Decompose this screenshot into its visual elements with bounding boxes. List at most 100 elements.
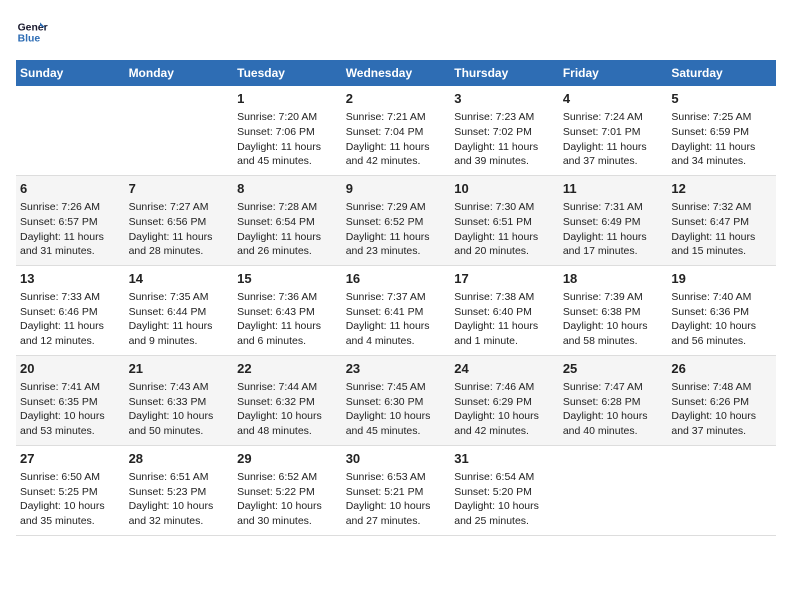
day-info: Sunrise: 7:44 AM Sunset: 6:32 PM Dayligh… xyxy=(237,380,338,439)
calendar-week-row: 6 Sunrise: 7:26 AM Sunset: 6:57 PM Daylig… xyxy=(16,175,776,265)
day-info: Sunrise: 7:36 AM Sunset: 6:43 PM Dayligh… xyxy=(237,290,338,349)
weekday-header: Wednesday xyxy=(342,60,451,86)
day-number: 1 xyxy=(237,90,338,108)
day-number: 24 xyxy=(454,360,555,378)
day-number: 10 xyxy=(454,180,555,198)
calendar-cell: 26Sunrise: 7:48 AM Sunset: 6:26 PM Dayli… xyxy=(667,355,776,445)
calendar-week-row: 13 Sunrise: 7:33 AM Sunset: 6:46 PM Dayli… xyxy=(16,265,776,355)
calendar-cell: 25 Sunrise: 7:47 AM Sunset: 6:28 PM Dayli… xyxy=(559,355,668,445)
day-info: Sunrise: 7:41 AM Sunset: 6:35 PM Dayligh… xyxy=(20,380,121,439)
weekday-header: Friday xyxy=(559,60,668,86)
calendar-cell: 17 Sunrise: 7:38 AM Sunset: 6:40 PM Dayli… xyxy=(450,265,559,355)
day-number: 4 xyxy=(563,90,664,108)
day-number: 11 xyxy=(563,180,664,198)
day-info: Sunrise: 7:23 AM Sunset: 7:02 PM Dayligh… xyxy=(454,110,555,169)
calendar-cell: 21 Sunrise: 7:43 AM Sunset: 6:33 PM Dayli… xyxy=(125,355,234,445)
calendar-cell: 9 Sunrise: 7:29 AM Sunset: 6:52 PM Daylig… xyxy=(342,175,451,265)
day-info: Sunrise: 7:46 AM Sunset: 6:29 PM Dayligh… xyxy=(454,380,555,439)
day-number: 16 xyxy=(346,270,447,288)
calendar-cell: 3 Sunrise: 7:23 AM Sunset: 7:02 PM Daylig… xyxy=(450,86,559,175)
calendar-cell: 23Sunrise: 7:45 AM Sunset: 6:30 PM Dayli… xyxy=(342,355,451,445)
day-info: Sunrise: 7:28 AM Sunset: 6:54 PM Dayligh… xyxy=(237,200,338,259)
calendar-week-row: 1 Sunrise: 7:20 AM Sunset: 7:06 PM Daylig… xyxy=(16,86,776,175)
svg-text:General: General xyxy=(18,22,48,33)
day-info: Sunrise: 7:38 AM Sunset: 6:40 PM Dayligh… xyxy=(454,290,555,349)
day-info: Sunrise: 6:53 AM Sunset: 5:21 PM Dayligh… xyxy=(346,470,447,529)
day-info: Sunrise: 6:54 AM Sunset: 5:20 PM Dayligh… xyxy=(454,470,555,529)
calendar-cell xyxy=(16,86,125,175)
day-info: Sunrise: 7:27 AM Sunset: 6:56 PM Dayligh… xyxy=(129,200,230,259)
weekday-header: Thursday xyxy=(450,60,559,86)
calendar-cell: 30 Sunrise: 6:53 AM Sunset: 5:21 PM Dayli… xyxy=(342,445,451,535)
day-number: 12 xyxy=(671,180,772,198)
day-number: 8 xyxy=(237,180,338,198)
day-number: 9 xyxy=(346,180,447,198)
day-number: 31 xyxy=(454,450,555,468)
calendar-cell: 22 Sunrise: 7:44 AM Sunset: 6:32 PM Dayli… xyxy=(233,355,342,445)
calendar-table: SundayMondayTuesdayWednesdayThursdayFrid… xyxy=(16,60,776,536)
day-number: 2 xyxy=(346,90,447,108)
calendar-cell: 24 Sunrise: 7:46 AM Sunset: 6:29 PM Dayli… xyxy=(450,355,559,445)
svg-text:Blue: Blue xyxy=(18,34,41,45)
day-info: Sunrise: 7:20 AM Sunset: 7:06 PM Dayligh… xyxy=(237,110,338,169)
day-info: Sunrise: 7:45 AM Sunset: 6:30 PM Dayligh… xyxy=(346,380,447,439)
day-info: Sunrise: 7:40 AM Sunset: 6:36 PM Dayligh… xyxy=(671,290,772,349)
calendar-week-row: 27 Sunrise: 6:50 AM Sunset: 5:25 PM Dayli… xyxy=(16,445,776,535)
day-number: 30 xyxy=(346,450,447,468)
day-number: 13 xyxy=(20,270,121,288)
day-info: Sunrise: 7:25 AM Sunset: 6:59 PM Dayligh… xyxy=(671,110,772,169)
day-number: 6 xyxy=(20,180,121,198)
calendar-body: 1 Sunrise: 7:20 AM Sunset: 7:06 PM Daylig… xyxy=(16,86,776,535)
day-number: 5 xyxy=(671,90,772,108)
day-number: 14 xyxy=(129,270,230,288)
day-info: Sunrise: 6:52 AM Sunset: 5:22 PM Dayligh… xyxy=(237,470,338,529)
calendar-cell: 2Sunrise: 7:21 AM Sunset: 7:04 PM Daylig… xyxy=(342,86,451,175)
day-info: Sunrise: 7:35 AM Sunset: 6:44 PM Dayligh… xyxy=(129,290,230,349)
day-info: Sunrise: 7:29 AM Sunset: 6:52 PM Dayligh… xyxy=(346,200,447,259)
calendar-cell: 14 Sunrise: 7:35 AM Sunset: 6:44 PM Dayli… xyxy=(125,265,234,355)
logo-icon: General Blue xyxy=(16,16,48,48)
calendar-cell xyxy=(667,445,776,535)
calendar-header-row: SundayMondayTuesdayWednesdayThursdayFrid… xyxy=(16,60,776,86)
day-number: 25 xyxy=(563,360,664,378)
calendar-cell: 19Sunrise: 7:40 AM Sunset: 6:36 PM Dayli… xyxy=(667,265,776,355)
day-info: Sunrise: 7:47 AM Sunset: 6:28 PM Dayligh… xyxy=(563,380,664,439)
day-info: Sunrise: 7:43 AM Sunset: 6:33 PM Dayligh… xyxy=(129,380,230,439)
page-header: General Blue xyxy=(16,16,776,48)
weekday-header: Tuesday xyxy=(233,60,342,86)
calendar-cell: 20 Sunrise: 7:41 AM Sunset: 6:35 PM Dayli… xyxy=(16,355,125,445)
day-number: 3 xyxy=(454,90,555,108)
day-number: 22 xyxy=(237,360,338,378)
calendar-cell: 15 Sunrise: 7:36 AM Sunset: 6:43 PM Dayli… xyxy=(233,265,342,355)
weekday-header: Sunday xyxy=(16,60,125,86)
day-info: Sunrise: 7:30 AM Sunset: 6:51 PM Dayligh… xyxy=(454,200,555,259)
day-info: Sunrise: 7:37 AM Sunset: 6:41 PM Dayligh… xyxy=(346,290,447,349)
calendar-cell: 31 Sunrise: 6:54 AM Sunset: 5:20 PM Dayli… xyxy=(450,445,559,535)
day-number: 17 xyxy=(454,270,555,288)
day-number: 20 xyxy=(20,360,121,378)
day-info: Sunrise: 6:50 AM Sunset: 5:25 PM Dayligh… xyxy=(20,470,121,529)
calendar-cell: 1 Sunrise: 7:20 AM Sunset: 7:06 PM Daylig… xyxy=(233,86,342,175)
day-number: 15 xyxy=(237,270,338,288)
day-number: 29 xyxy=(237,450,338,468)
day-info: Sunrise: 7:31 AM Sunset: 6:49 PM Dayligh… xyxy=(563,200,664,259)
day-info: Sunrise: 7:39 AM Sunset: 6:38 PM Dayligh… xyxy=(563,290,664,349)
weekday-header: Saturday xyxy=(667,60,776,86)
calendar-cell: 18Sunrise: 7:39 AM Sunset: 6:38 PM Dayli… xyxy=(559,265,668,355)
calendar-cell: 5 Sunrise: 7:25 AM Sunset: 6:59 PM Daylig… xyxy=(667,86,776,175)
day-info: Sunrise: 7:24 AM Sunset: 7:01 PM Dayligh… xyxy=(563,110,664,169)
day-info: Sunrise: 7:33 AM Sunset: 6:46 PM Dayligh… xyxy=(20,290,121,349)
calendar-cell: 11 Sunrise: 7:31 AM Sunset: 6:49 PM Dayli… xyxy=(559,175,668,265)
calendar-cell xyxy=(559,445,668,535)
day-number: 7 xyxy=(129,180,230,198)
day-number: 27 xyxy=(20,450,121,468)
day-info: Sunrise: 6:51 AM Sunset: 5:23 PM Dayligh… xyxy=(129,470,230,529)
calendar-cell: 29 Sunrise: 6:52 AM Sunset: 5:22 PM Dayli… xyxy=(233,445,342,535)
day-info: Sunrise: 7:48 AM Sunset: 6:26 PM Dayligh… xyxy=(671,380,772,439)
day-number: 21 xyxy=(129,360,230,378)
logo: General Blue xyxy=(16,16,52,48)
weekday-header: Monday xyxy=(125,60,234,86)
calendar-cell: 10 Sunrise: 7:30 AM Sunset: 6:51 PM Dayli… xyxy=(450,175,559,265)
calendar-cell: 7 Sunrise: 7:27 AM Sunset: 6:56 PM Daylig… xyxy=(125,175,234,265)
day-info: Sunrise: 7:26 AM Sunset: 6:57 PM Dayligh… xyxy=(20,200,121,259)
